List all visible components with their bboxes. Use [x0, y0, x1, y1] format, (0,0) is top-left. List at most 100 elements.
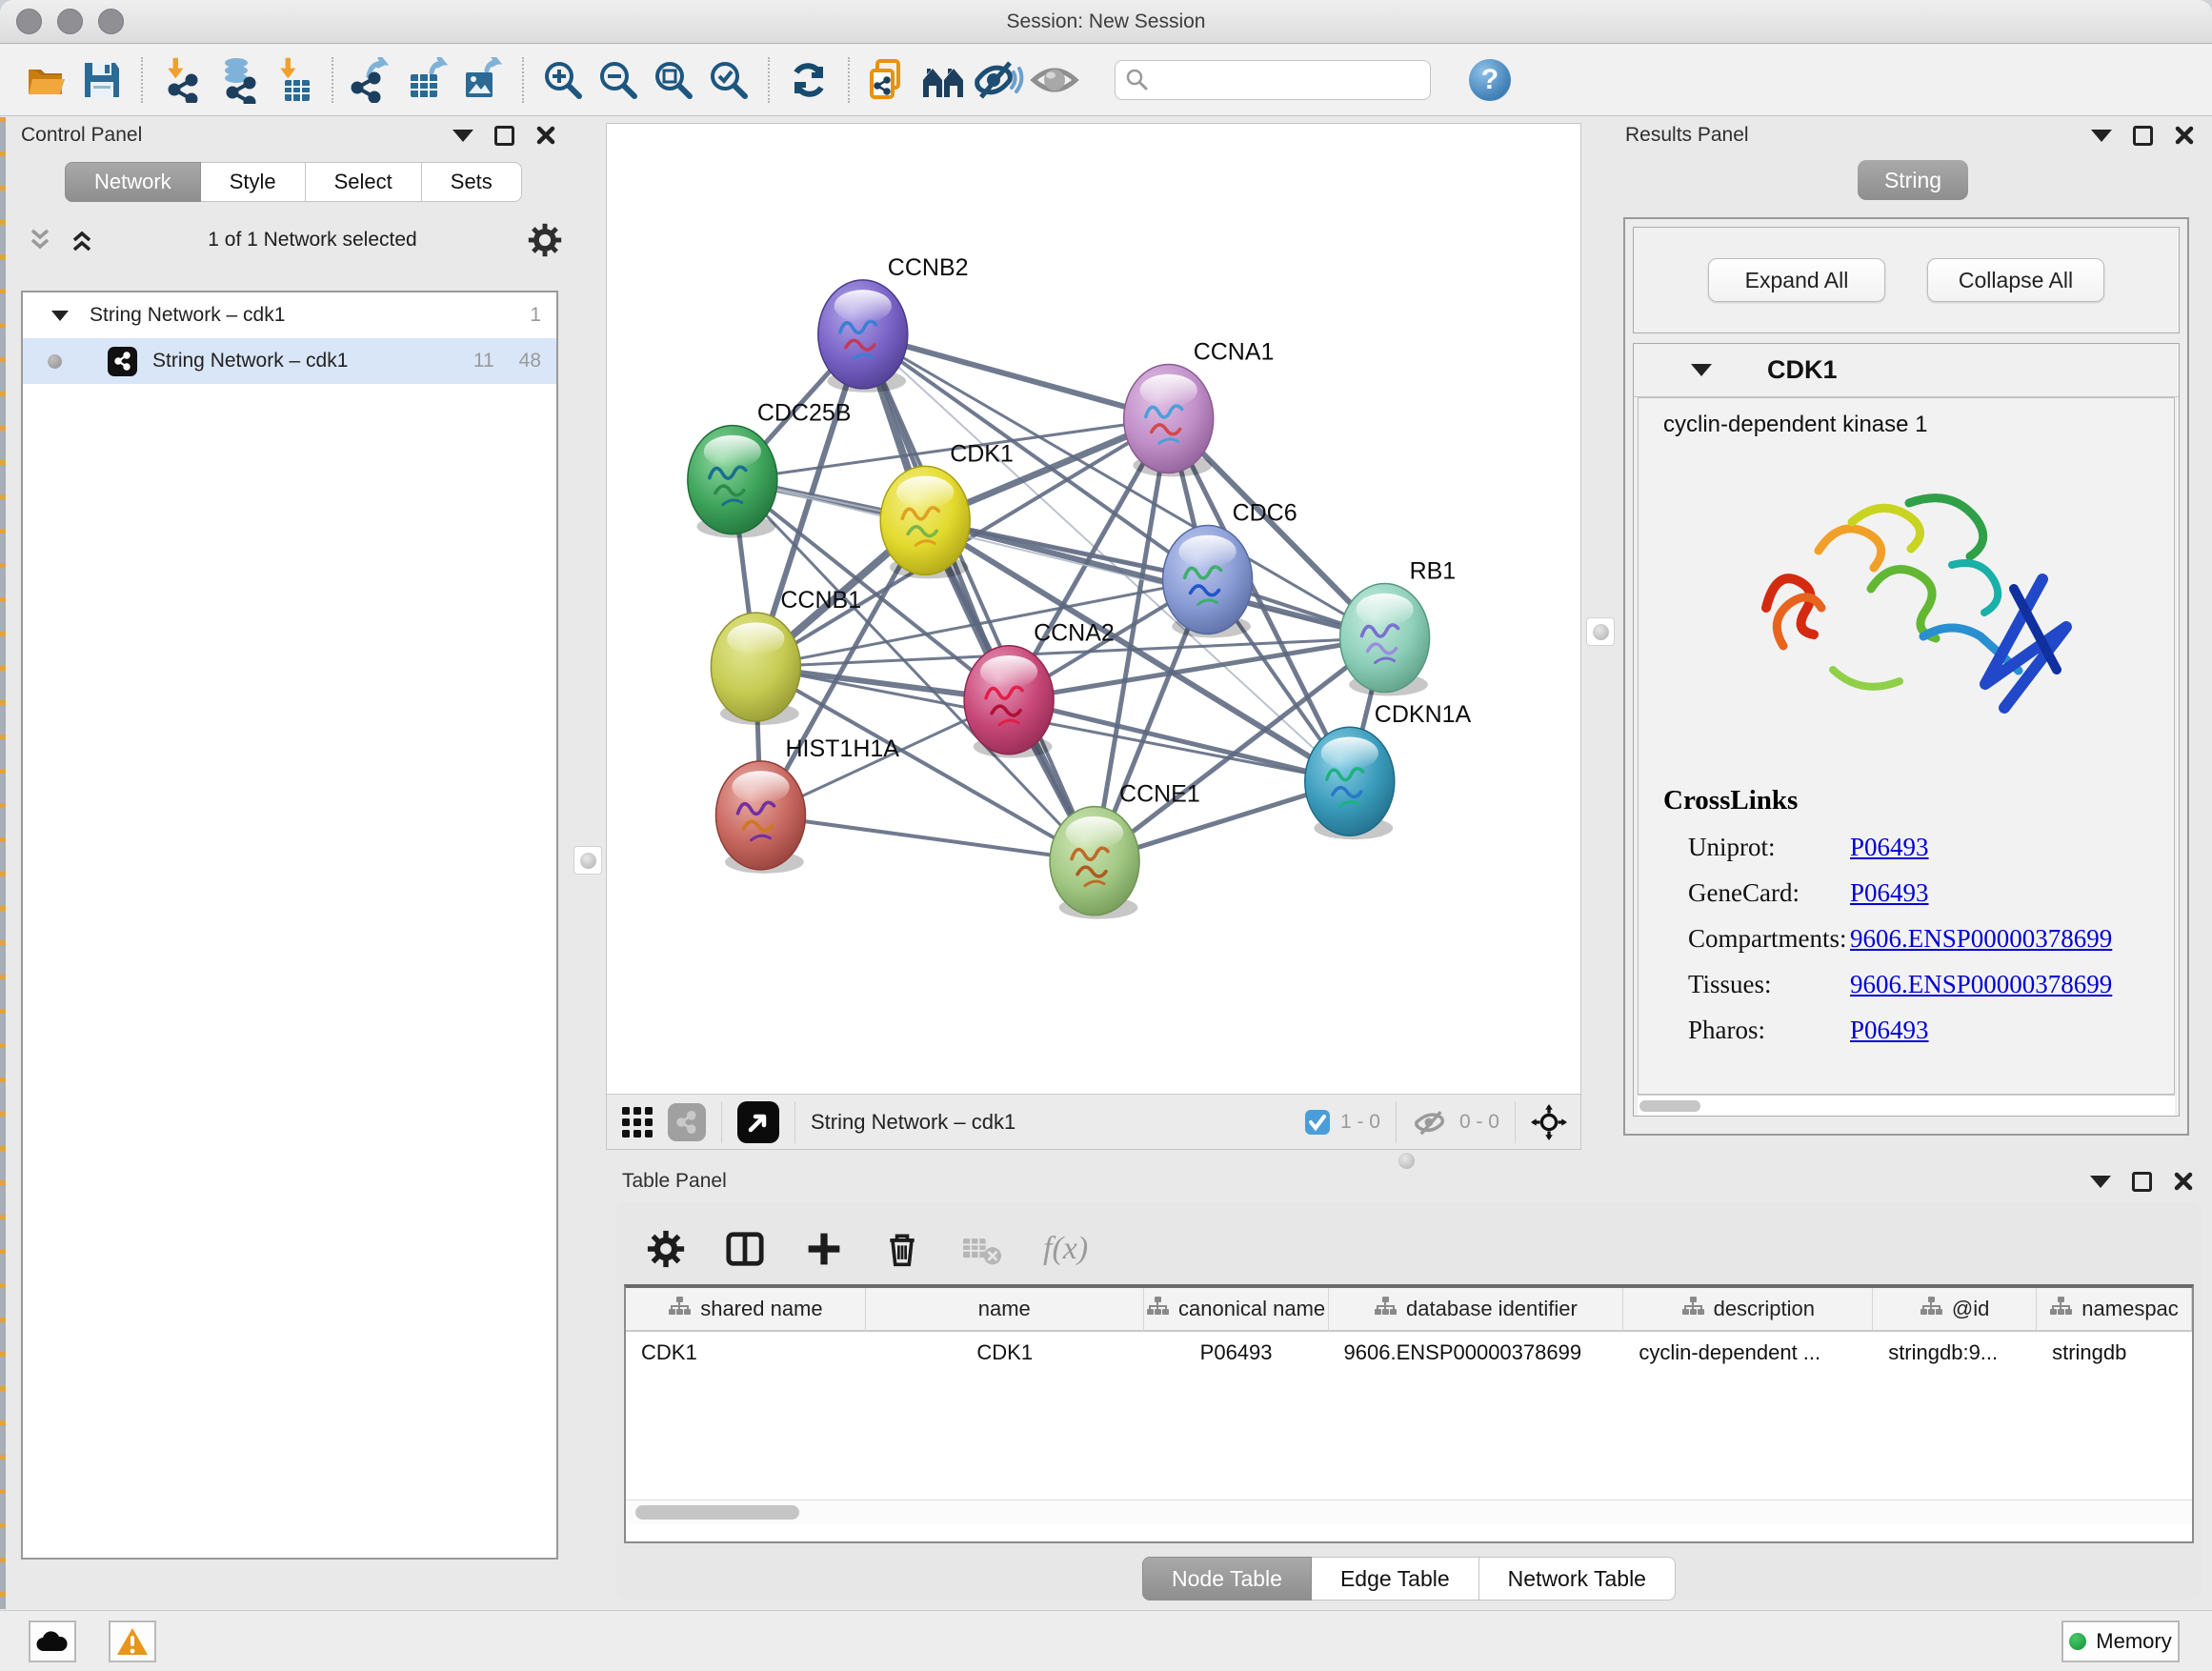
search-input[interactable] [1150, 68, 1417, 91]
cell-namespac[interactable]: stringdb [2037, 1332, 2192, 1374]
import-network-file-button[interactable] [154, 52, 210, 108]
annotations-button[interactable] [861, 52, 916, 108]
crosslink-label: Uniprot: [1663, 833, 1850, 862]
node-CCNB1[interactable] [711, 613, 800, 725]
import-table-button[interactable] [265, 52, 320, 108]
network-share-icon[interactable] [668, 1103, 706, 1141]
panel-menu-icon[interactable] [2091, 130, 2112, 142]
network-canvas[interactable]: CCNB2CCNA1CDC25BCDK1CDC6RB1CCNB1CCNA2CDK… [607, 124, 1580, 1094]
zoom-out-button[interactable] [591, 52, 646, 108]
warnings-button[interactable] [109, 1621, 156, 1662]
zoom-in-button[interactable] [535, 52, 591, 108]
panel-menu-icon[interactable] [452, 130, 473, 142]
tree-expand-icon[interactable] [51, 311, 69, 321]
close-panel-icon[interactable] [535, 125, 556, 146]
cloud-status-button[interactable] [29, 1621, 76, 1662]
collapse-all-button[interactable]: Collapse All [1927, 258, 2104, 302]
tab-style[interactable]: Style [201, 162, 306, 202]
crosslink-link[interactable]: P06493 [1850, 833, 1929, 862]
cell-database-identifier[interactable]: 9606.ENSP00000378699 [1329, 1332, 1624, 1374]
tab-node-table[interactable]: Node Table [1142, 1557, 1312, 1601]
crosslink-link[interactable]: P06493 [1850, 1016, 1929, 1045]
gear-icon[interactable] [528, 223, 562, 257]
node-CDKN1A[interactable] [1305, 727, 1395, 839]
crosslink-link[interactable]: 9606.ENSP00000378699 [1850, 970, 2112, 999]
birdseye-view-button[interactable] [916, 52, 972, 108]
cell-shared-name[interactable]: CDK1 [626, 1332, 866, 1374]
tab-network[interactable]: Network [65, 162, 201, 202]
tab-edge-table[interactable]: Edge Table [1312, 1557, 1479, 1601]
add-column-icon[interactable] [805, 1230, 843, 1268]
float-panel-icon[interactable] [2133, 126, 2153, 146]
column-header--id[interactable]: @id [1873, 1288, 2037, 1332]
network-row[interactable]: String Network – cdk1 11 48 [23, 338, 556, 384]
export-image-button[interactable] [455, 52, 511, 108]
import-network-database-button[interactable] [210, 52, 265, 108]
close-panel-icon[interactable] [2174, 125, 2195, 146]
hidden-eye-icon[interactable] [1412, 1108, 1450, 1137]
network-selection-status: 1 of 1 Network selected [97, 229, 528, 252]
column-header-database-identifier[interactable]: database identifier [1329, 1288, 1624, 1332]
expand-all-button[interactable]: Expand All [1708, 258, 1885, 302]
node-RB1[interactable] [1340, 584, 1430, 696]
table-settings-gear-icon[interactable] [647, 1230, 685, 1268]
toolbar-search-box[interactable] [1115, 60, 1431, 100]
node-CCNA2[interactable] [964, 646, 1054, 758]
table-horizontal-scrollbar[interactable] [626, 1500, 2192, 1524]
table-row[interactable]: CDK1CDK1P064939606.ENSP00000378699cyclin… [626, 1332, 2192, 1374]
panel-menu-icon[interactable] [2090, 1176, 2111, 1188]
selected-checkbox-icon[interactable] [1304, 1109, 1331, 1136]
zoom-selected-button[interactable] [701, 52, 756, 108]
collapse-all-icon[interactable] [27, 228, 55, 252]
network-collection-row[interactable]: String Network – cdk1 1 [23, 292, 556, 338]
tab-string[interactable]: String [1858, 160, 1968, 200]
section-collapse-icon[interactable] [1691, 364, 1712, 376]
grid-view-icon[interactable] [620, 1105, 654, 1139]
column-header-name[interactable]: name [866, 1288, 1144, 1332]
column-header-canonical-name[interactable]: canonical name [1144, 1288, 1329, 1332]
cell--id[interactable]: stringdb:9... [1873, 1332, 2037, 1374]
left-splitter-handle[interactable] [573, 846, 602, 875]
cell-canonical-name[interactable]: P06493 [1144, 1332, 1329, 1374]
hide-graphics-details-button[interactable] [972, 52, 1027, 108]
column-header-namespac[interactable]: namespac [2037, 1288, 2192, 1332]
show-graphics-details-button[interactable] [1027, 52, 1082, 108]
tab-sets[interactable]: Sets [422, 162, 522, 202]
pan-crosshair-icon[interactable] [1531, 1104, 1567, 1140]
memory-button[interactable]: Memory [2061, 1621, 2180, 1662]
node-CCNE1[interactable] [1050, 807, 1139, 919]
column-header-shared-name[interactable]: shared name [626, 1288, 866, 1332]
crosslink-link[interactable]: P06493 [1850, 878, 1929, 908]
save-session-button[interactable] [74, 52, 130, 108]
refresh-button[interactable] [781, 52, 836, 108]
crosslink-link[interactable]: 9606.ENSP00000378699 [1850, 924, 2112, 954]
results-horizontal-scrollbar[interactable] [1638, 1095, 2175, 1116]
node-CCNB2[interactable] [818, 280, 908, 393]
tab-select[interactable]: Select [306, 162, 422, 202]
column-header-description[interactable]: description [1623, 1288, 1873, 1332]
expand-all-icon[interactable] [69, 228, 97, 252]
delete-column-icon[interactable] [883, 1230, 921, 1268]
cell-description[interactable]: cyclin-dependent ... [1623, 1332, 1873, 1374]
export-network-button[interactable] [345, 52, 400, 108]
tab-network-table[interactable]: Network Table [1479, 1557, 1676, 1601]
zoom-fit-button[interactable] [646, 52, 701, 108]
help-button[interactable]: ? [1469, 59, 1511, 101]
node-CDC25B[interactable] [688, 426, 777, 538]
right-splitter-handle[interactable] [1586, 617, 1615, 646]
float-panel-icon[interactable] [2132, 1172, 2152, 1192]
cell-name[interactable]: CDK1 [866, 1332, 1144, 1374]
open-session-button[interactable] [19, 52, 74, 108]
bottom-splitter-handle[interactable] [1398, 1153, 1415, 1169]
node-HIST1H1A[interactable] [715, 761, 805, 874]
export-table-button[interactable] [400, 52, 455, 108]
node-CCNA1[interactable] [1124, 364, 1214, 476]
node-CDK1[interactable] [880, 466, 970, 578]
edge-HIST1H1A-CCNE1[interactable] [760, 815, 1095, 861]
float-panel-icon[interactable] [494, 126, 514, 146]
gray-eye-icon [1029, 59, 1080, 101]
show-columns-icon[interactable] [725, 1229, 765, 1269]
detach-view-button[interactable] [737, 1101, 779, 1143]
close-panel-icon[interactable] [2173, 1171, 2194, 1192]
edge-CCNB2-CCNE1[interactable] [863, 334, 1095, 861]
